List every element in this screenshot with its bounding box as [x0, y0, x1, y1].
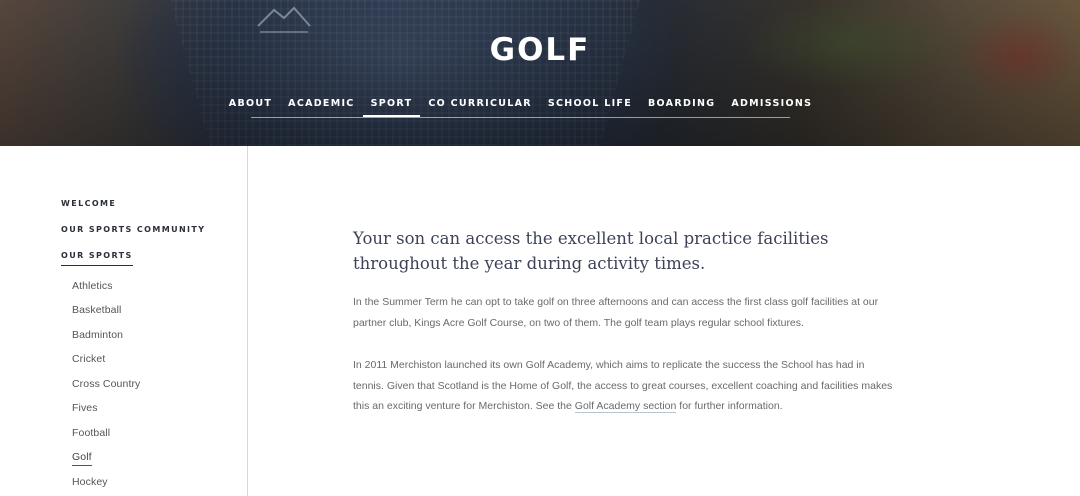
main-navigation: ABOUT ACADEMIC SPORT CO CURRICULAR SCHOO…	[229, 92, 811, 118]
sidebar-heading-welcome[interactable]: WELCOME	[61, 199, 116, 208]
sidebar-item-cricket[interactable]: Cricket	[72, 353, 105, 365]
body-paragraph: In 2011 Merchiston launched its own Golf…	[353, 355, 893, 417]
nav-sport[interactable]: SPORT	[362, 92, 421, 117]
sidebar-item-athletics[interactable]: Athletics	[72, 280, 113, 292]
hero-banner: GOLF ABOUT ACADEMIC SPORT CO CURRICULAR …	[0, 0, 1080, 146]
nav-school-life[interactable]: SCHOOL LIFE	[540, 92, 640, 116]
nav-co-curricular[interactable]: CO CURRICULAR	[420, 92, 540, 116]
nav-admissions[interactable]: ADMISSIONS	[723, 92, 820, 116]
sidebar-item-hockey[interactable]: Hockey	[72, 476, 108, 488]
lead-heading: Your son can access the excellent local …	[353, 229, 829, 273]
sidebar-item-badminton[interactable]: Badminton	[72, 329, 123, 341]
sidebar-item-golf[interactable]: Golf	[72, 451, 92, 466]
sidebar-heading-our-sports-community[interactable]: OUR SPORTS COMMUNITY	[61, 225, 205, 234]
sidebar-item-fives[interactable]: Fives	[72, 402, 98, 414]
nav-academic[interactable]: ACADEMIC	[280, 92, 362, 116]
golf-academy-link[interactable]: Golf Academy section	[574, 400, 677, 413]
nav-about[interactable]: ABOUT	[221, 92, 280, 116]
nav-boarding[interactable]: BOARDING	[640, 92, 723, 116]
paragraph-text: for further information.	[676, 400, 783, 412]
body-paragraph: In the Summer Term he can opt to take go…	[353, 296, 879, 329]
sidebar-item-cross-country[interactable]: Cross Country	[72, 378, 140, 390]
sidebar-heading-our-sports[interactable]: OUR SPORTS	[61, 251, 133, 266]
sidebar-item-football[interactable]: Football	[72, 427, 110, 439]
sidebar-navigation: WELCOME OUR SPORTS COMMUNITY OUR SPORTS …	[0, 146, 248, 496]
sidebar-item-basketball[interactable]: Basketball	[72, 304, 121, 316]
page-title: GOLF	[489, 32, 591, 68]
